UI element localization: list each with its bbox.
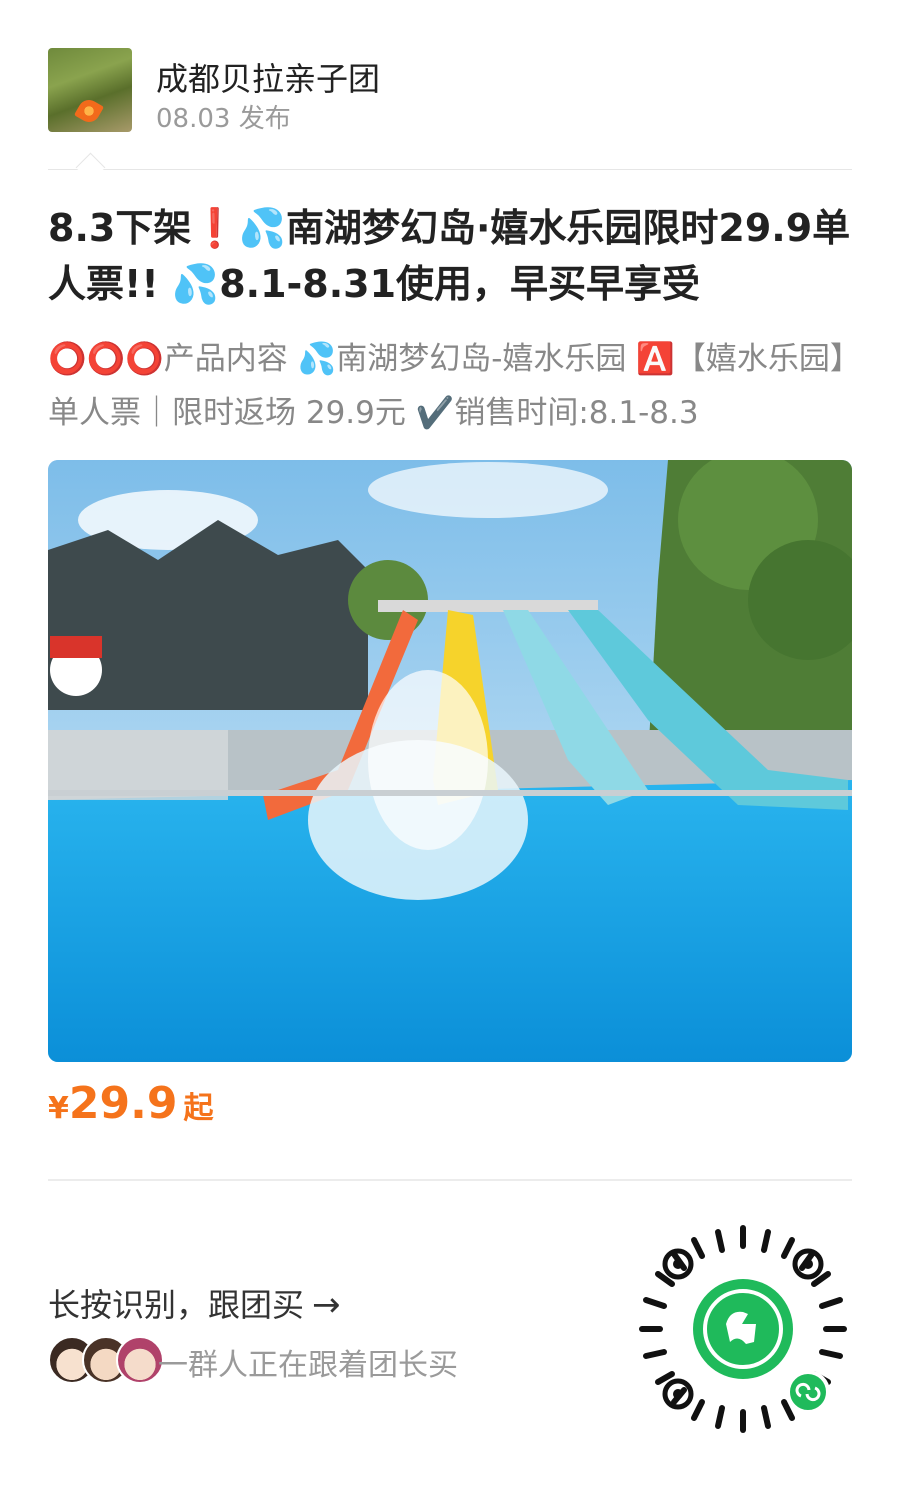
flower-icon [73, 95, 105, 127]
arrow-right-icon: → [312, 1285, 341, 1325]
section-divider [48, 1179, 852, 1181]
cta-label: 长按识别，跟团买 [48, 1286, 305, 1324]
price: ¥29.9 起 [48, 1078, 213, 1129]
author-name[interactable]: 成都贝拉亲子团 [156, 54, 380, 100]
header-divider [48, 169, 852, 170]
price-currency: ¥ [48, 1091, 69, 1126]
author-avatar[interactable] [48, 48, 132, 132]
buyer-avatars [48, 1336, 164, 1384]
post-description[interactable]: ⭕⭕⭕产品内容 💦南湖梦幻岛-嬉水乐园 🅰️【嬉水乐园】单人票｜限时返场 29.… [48, 332, 852, 440]
post-date: 08.03 发布 [156, 104, 291, 134]
post-header: 成都贝拉亲子团 08.03 发布 [48, 48, 852, 134]
hero-image[interactable] [48, 460, 852, 1062]
water-slide-photo [48, 460, 852, 1062]
divider-notch [75, 152, 106, 183]
post-title[interactable]: 8.3下架❗️💦南湖梦幻岛·嬉水乐园限时29.9单人票!! 💦8.1-8.31使… [48, 200, 852, 312]
price-suffix: 起 [183, 1091, 214, 1126]
mini-program-qr-icon [639, 1225, 847, 1433]
price-value: 29.9 [68, 1078, 178, 1129]
mini-program-qr[interactable] [638, 1224, 848, 1434]
followers-text: 一群人正在跟着团长买 [158, 1348, 458, 1383]
join-group-cta[interactable]: 长按识别，跟团买 → [48, 1280, 341, 1326]
buyer-avatar [116, 1336, 164, 1384]
